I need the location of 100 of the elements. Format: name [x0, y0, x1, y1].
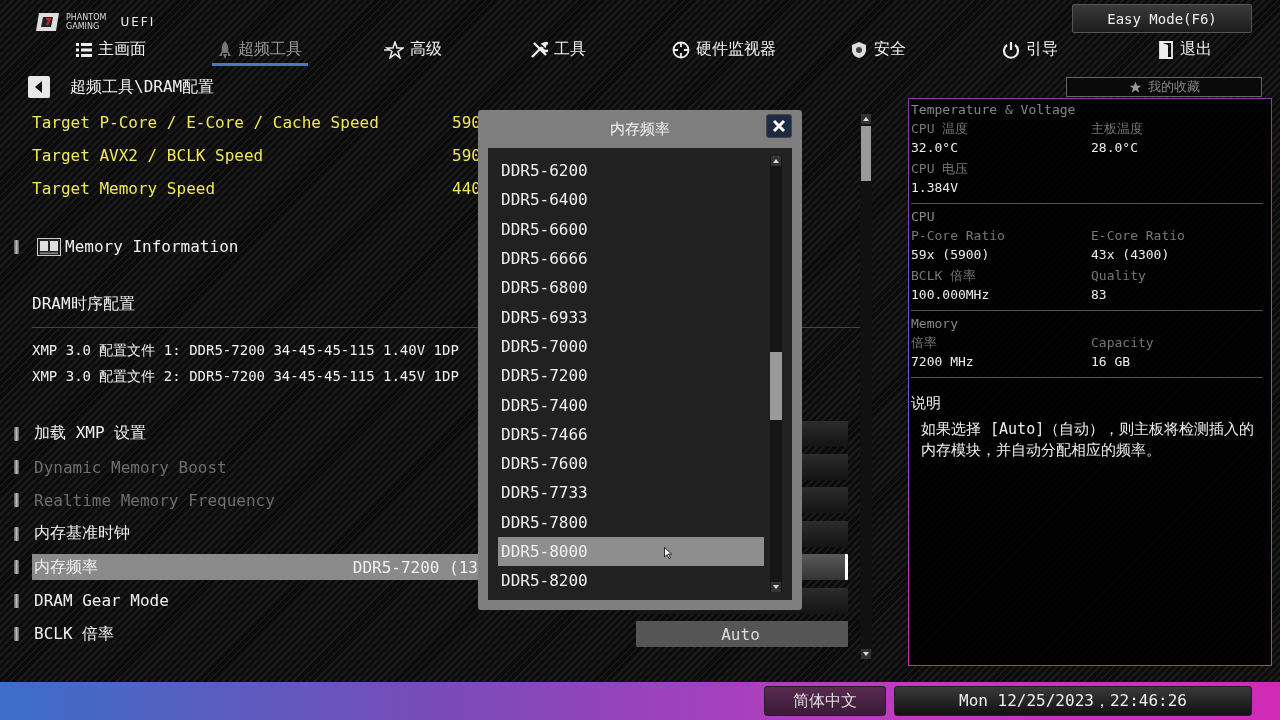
- close-icon: [772, 119, 786, 133]
- crosshair-icon: [672, 40, 690, 59]
- brand-text: PHANTOM: [66, 13, 107, 22]
- panel-section-title: Memory: [911, 315, 959, 333]
- scrollbar-thumb[interactable]: [861, 126, 871, 181]
- setting-row[interactable]: 内存基准时钟: [32, 520, 478, 547]
- scroll-down-icon[interactable]: [861, 649, 871, 659]
- target-speed-label: Target P-Core / E-Core / Cache Speed: [32, 113, 380, 132]
- frequency-option[interactable]: DDR5-8200: [498, 566, 764, 596]
- frequency-option[interactable]: DDR5-6200: [498, 156, 764, 186]
- product-name: UEFI: [120, 15, 156, 29]
- row-bullet: [14, 239, 19, 254]
- frequency-option[interactable]: DDR5-7800: [498, 507, 764, 537]
- book-icon: [37, 237, 61, 256]
- reading-label: P-Core Ratio: [911, 227, 1006, 245]
- setting-value: DDR5-7200 (13: [352, 557, 478, 577]
- shield-icon: [850, 40, 868, 59]
- nav-tab[interactable]: 工具: [524, 36, 592, 66]
- nav-tab[interactable]: 高级: [378, 36, 448, 66]
- setting-row[interactable]: DRAM Gear Mode: [32, 587, 478, 614]
- frequency-option[interactable]: DDR5-7733: [498, 478, 764, 508]
- row-bullet: [14, 426, 19, 441]
- target-speed-label: Target Memory Speed: [32, 179, 217, 198]
- logo-icon: [36, 12, 60, 32]
- setting-label: Dynamic Memory Boost: [34, 457, 227, 477]
- reading-value: 100.000MHz: [911, 286, 991, 304]
- row-bullet: [14, 460, 19, 475]
- setting-label: DRAM Gear Mode: [34, 591, 169, 611]
- reading-label: CPU 温度: [911, 120, 970, 138]
- panel-section-title: CPU: [911, 208, 936, 226]
- frequency-option[interactable]: DDR5-7600: [498, 448, 764, 479]
- frequency-option[interactable]: DDR5-6933: [498, 302, 764, 332]
- reading-label: 倍率: [911, 334, 938, 352]
- frequency-option[interactable]: DDR5-7466: [498, 419, 764, 449]
- nav-tab[interactable]: 引导: [996, 36, 1064, 66]
- description-title: 说明: [911, 394, 942, 413]
- setting-row[interactable]: BCLK 倍率: [32, 621, 478, 648]
- scroll-down-icon[interactable]: [771, 582, 781, 592]
- reading-value: 32.0°C: [911, 139, 959, 157]
- close-button[interactable]: [766, 114, 792, 138]
- row-bullet: [14, 493, 19, 508]
- scrollbar[interactable]: [860, 114, 872, 659]
- scroll-up-icon[interactable]: [861, 114, 871, 124]
- frequency-option[interactable]: DDR5-6800: [498, 273, 764, 303]
- frequency-option[interactable]: DDR5-7000: [498, 331, 764, 362]
- nav-tab[interactable]: 安全: [844, 36, 912, 66]
- setting-label: 内存频率: [34, 556, 98, 578]
- xmp-profile-text: XMP 3.0 配置文件 2: DDR5-7200 34-45-45-115 1.45V 1DP: [32, 368, 459, 386]
- scrollbar-thumb[interactable]: [770, 352, 782, 420]
- setting-value-button[interactable]: Auto: [636, 621, 848, 648]
- nav-tab[interactable]: 退出: [1152, 36, 1218, 66]
- reading-value: 43x (4300): [1091, 246, 1171, 264]
- reading-value: 83: [1091, 286, 1108, 304]
- datetime-button[interactable]: Mon 12/25/2023，22:46:26: [894, 686, 1252, 716]
- setting-label: Realtime Memory Frequency: [34, 490, 275, 510]
- back-button[interactable]: [28, 76, 50, 98]
- star-icon: [1128, 80, 1142, 94]
- tools-icon: [530, 40, 548, 59]
- favorites-button[interactable]: 我的收藏: [1066, 77, 1262, 97]
- list-icon: [76, 41, 92, 58]
- row-bullet: [14, 560, 19, 575]
- scroll-up-icon[interactable]: [771, 156, 781, 166]
- target-speed-label: Target AVX2 / BCLK Speed: [32, 146, 265, 165]
- row-bullet: [14, 627, 19, 642]
- language-button[interactable]: 简体中文: [764, 686, 886, 716]
- breadcrumb: 超频工具\DRAM配置: [70, 76, 215, 98]
- brand-text: GAMING: [66, 22, 101, 31]
- frequency-option[interactable]: DDR5-6400: [498, 185, 764, 215]
- reading-label: Quality: [1091, 267, 1147, 285]
- nav-tab[interactable]: 硬件监视器: [666, 36, 782, 66]
- reading-value: 28.0°C: [1091, 139, 1139, 157]
- section-heading: DRAM时序配置: [32, 294, 135, 315]
- reading-label: Capacity: [1091, 334, 1155, 352]
- reading-value: 59x (5900): [911, 246, 991, 264]
- nav-tab[interactable]: 主画面: [70, 36, 152, 66]
- row-bullet: [14, 526, 19, 541]
- section-link[interactable]: Memory Information: [65, 237, 239, 256]
- reading-value: 16 GB: [1091, 353, 1132, 371]
- frequency-option[interactable]: DDR5-6666: [498, 243, 764, 274]
- xmp-profile-text: XMP 3.0 配置文件 1: DDR5-7200 34-45-45-115 1.40V 1DP: [32, 342, 459, 360]
- reading-label: CPU 电压: [911, 160, 970, 178]
- setting-row[interactable]: 加载 XMP 设置: [32, 420, 478, 447]
- star-icon: [384, 40, 404, 59]
- description-text: 如果选择 [Auto]（自动），则主板将检测插入的内存模块，并自动分配相应的频率。: [921, 419, 1256, 461]
- setting-label: 加载 XMP 设置: [34, 423, 147, 445]
- reading-value: 1.384V: [911, 179, 959, 197]
- reading-label: BCLK 倍率: [911, 267, 978, 285]
- nav-tab[interactable]: 超频工具: [212, 36, 308, 66]
- mouse-cursor-icon: [664, 546, 672, 559]
- scrollbar[interactable]: [770, 156, 782, 592]
- frequency-option[interactable]: DDR5-6600: [498, 214, 764, 244]
- power-icon: [1002, 40, 1020, 59]
- row-bullet: [14, 593, 19, 608]
- frequency-option[interactable]: DDR5-7200: [498, 361, 764, 391]
- reading-value: 7200 MHz: [911, 353, 975, 371]
- easy-mode-button[interactable]: Easy Mode(F6): [1072, 4, 1252, 33]
- frequency-option[interactable]: DDR5-7400: [498, 390, 764, 420]
- setting-label: 内存基准时钟: [34, 523, 130, 545]
- exit-door-icon: [1158, 40, 1174, 59]
- setting-label: BCLK 倍率: [34, 623, 115, 645]
